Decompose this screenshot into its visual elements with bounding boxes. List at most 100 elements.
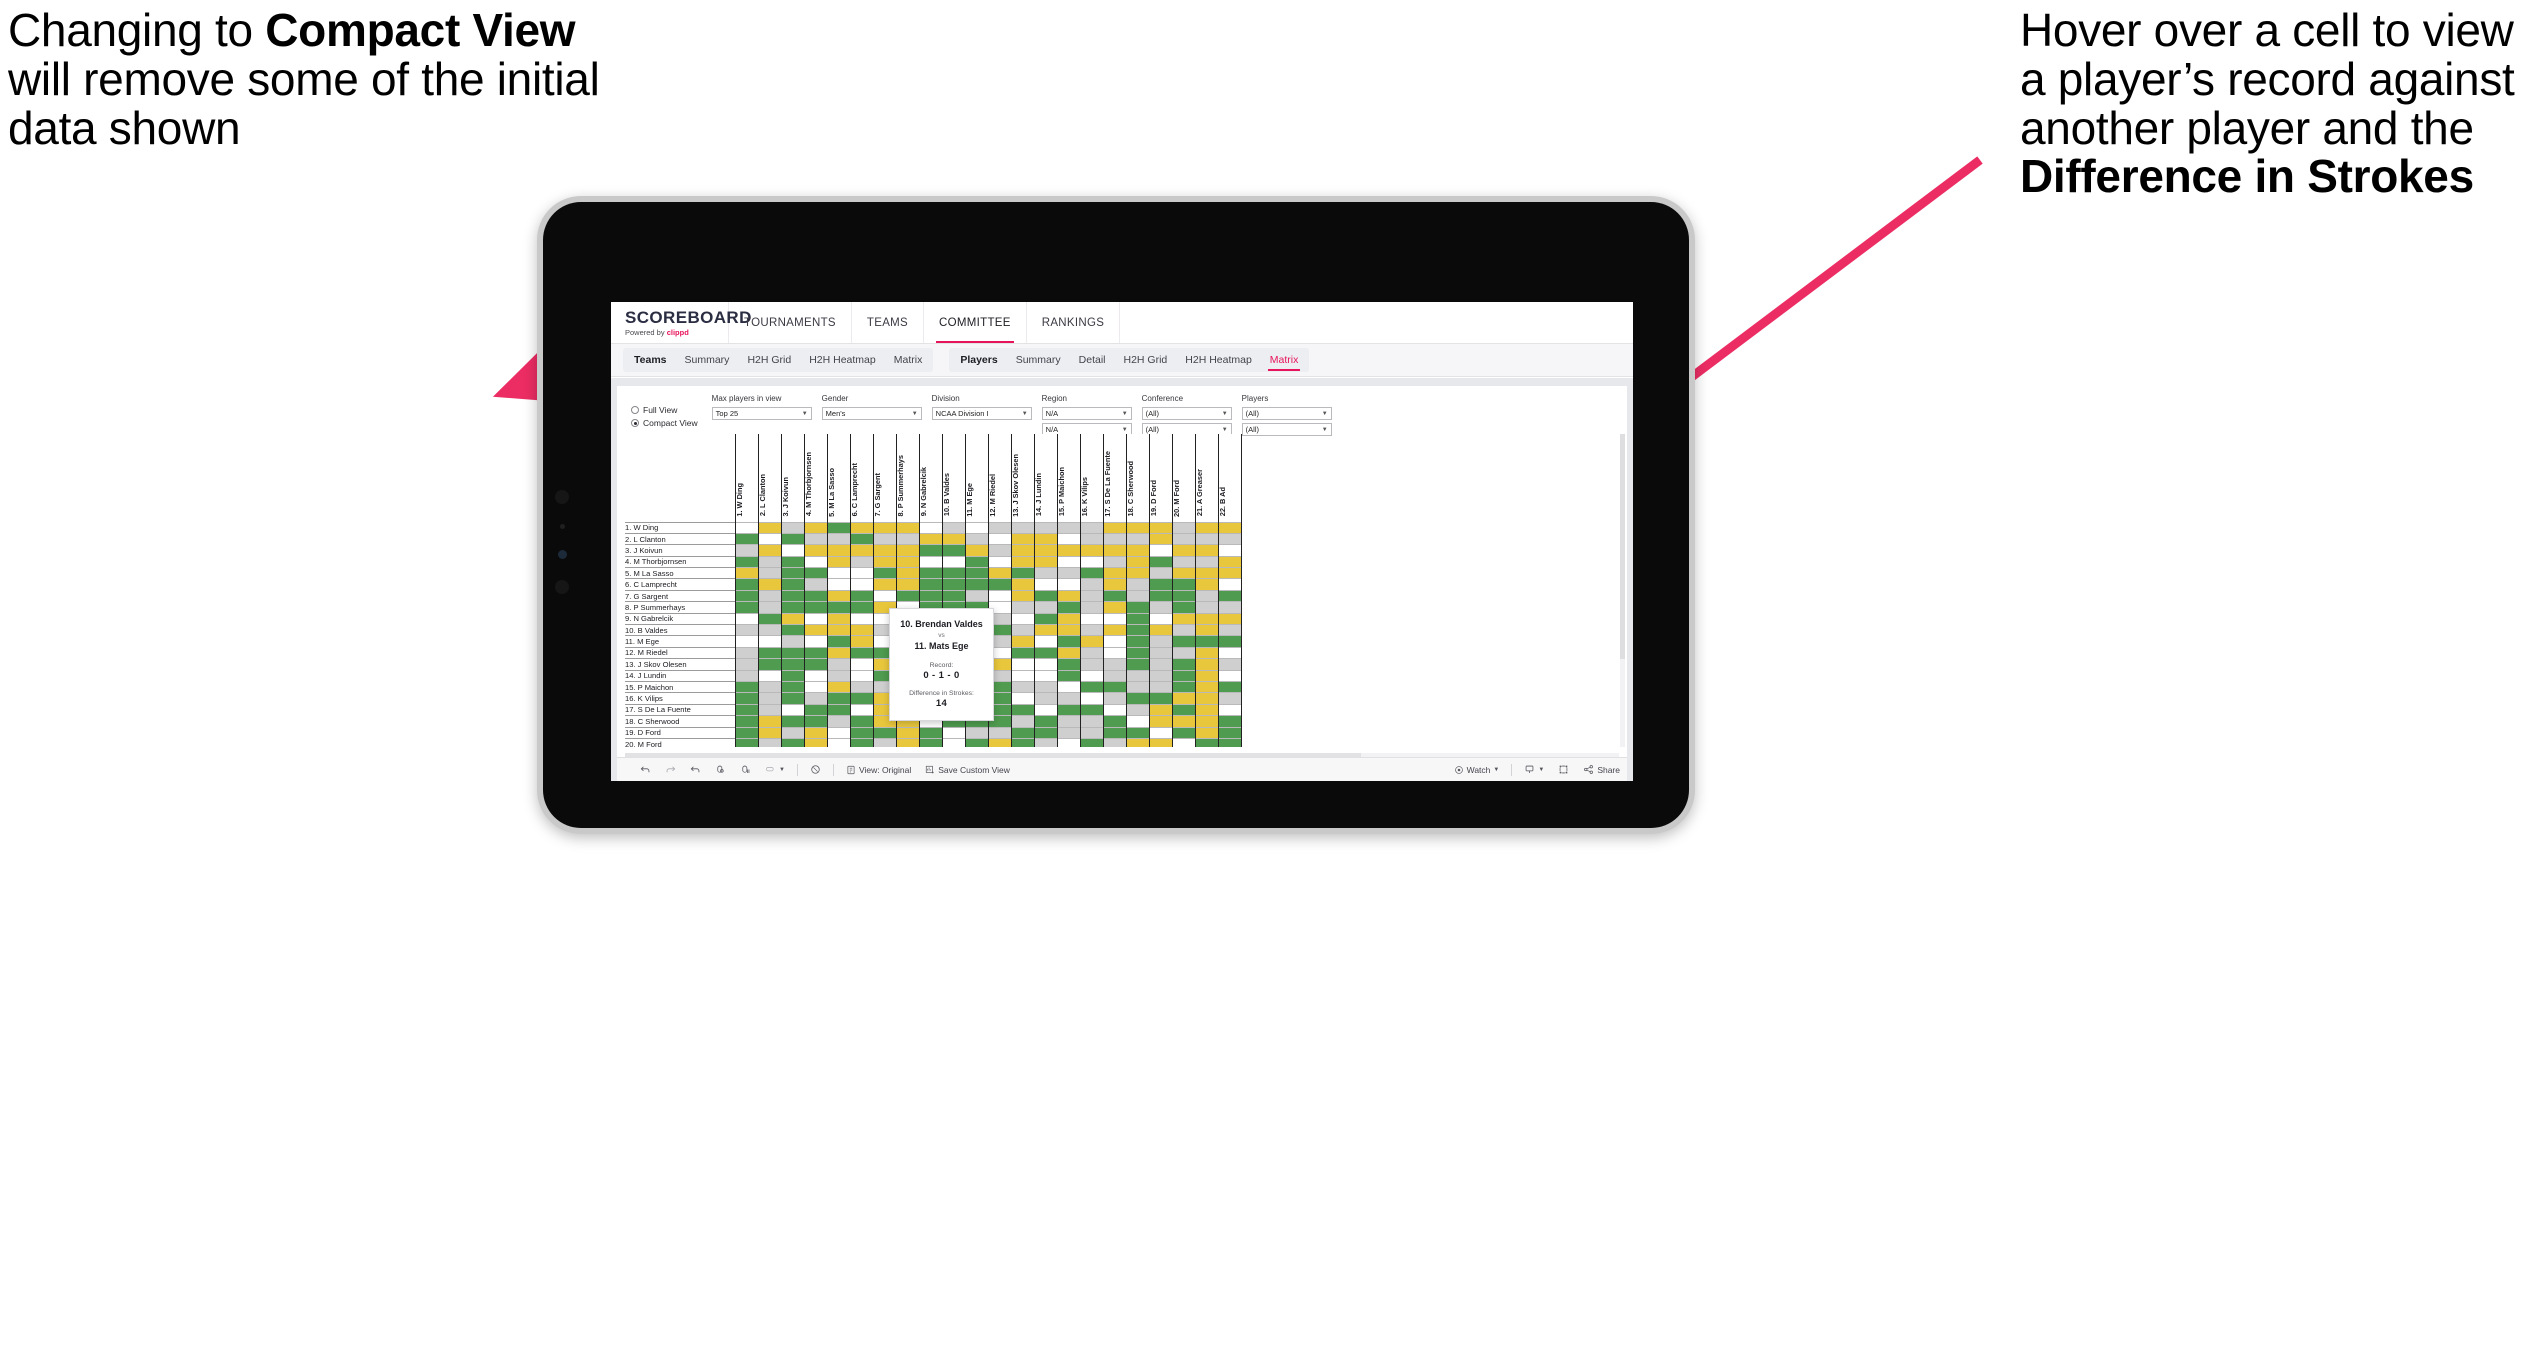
matrix-row-label[interactable]: 1. W Ding [625,521,735,534]
matrix-cell[interactable] [734,669,759,682]
matrix-cell[interactable] [1079,703,1104,716]
matrix-cell[interactable] [918,532,943,545]
matrix-row-label[interactable]: 18. C Sherwood [625,715,735,728]
matrix-column-header[interactable]: 22. B Ad [1217,434,1242,522]
matrix-cell[interactable] [803,532,828,545]
matrix-cell[interactable] [734,589,759,602]
matrix-cell[interactable] [1171,601,1196,614]
matrix-cell[interactable] [803,635,828,648]
matrix-cell[interactable] [780,669,805,682]
matrix-cell[interactable] [780,555,805,568]
matrix-cell[interactable] [895,737,920,747]
matrix-cell[interactable] [757,567,782,579]
matrix-cell[interactable] [849,692,874,705]
matrix-cell[interactable] [757,726,782,739]
matrix-cell[interactable] [1010,635,1035,648]
matrix-cell[interactable] [1102,635,1127,648]
matrix-cell[interactable] [780,567,805,579]
matrix-cell[interactable] [964,578,989,591]
matrix-cell[interactable] [987,532,1012,545]
matrix-cell[interactable] [757,692,782,705]
filter-gender-select[interactable]: Men's ▼ [821,407,922,420]
matrix-cell[interactable] [734,658,759,671]
matrix-cell[interactable] [1194,692,1219,705]
matrix-cell[interactable] [1194,646,1219,659]
filter-players-select-1[interactable]: (All) ▼ [1241,407,1332,420]
matrix-cell[interactable] [734,726,759,739]
matrix-cell[interactable] [1102,737,1127,747]
matrix-row-label[interactable]: 9. N Gabrelcik [625,612,735,625]
nav-item-committee[interactable]: COMMITTEE [924,302,1027,343]
matrix-cell[interactable] [1148,680,1173,693]
matrix-cell[interactable] [1148,658,1173,671]
matrix-cell[interactable] [895,555,920,568]
matrix-cell[interactable] [1033,623,1058,636]
matrix-cell[interactable] [987,737,1012,747]
matrix-column-header[interactable]: 18. C Sherwood [1125,434,1150,522]
matrix-cell[interactable] [1217,589,1242,602]
subnav-teams-h2h-grid[interactable]: H2H Grid [738,350,800,370]
matrix-cell[interactable] [1102,703,1127,716]
matrix-cell[interactable] [757,578,782,591]
matrix-cell[interactable] [849,635,874,648]
pause-button[interactable] [733,764,758,775]
matrix-cell[interactable] [1010,703,1035,716]
matrix-column-header[interactable]: 13. J Skov Olesen [1010,434,1035,522]
matrix-cell[interactable] [1102,555,1127,568]
matrix-cell[interactable] [1102,544,1127,557]
matrix-cell[interactable] [780,715,805,728]
matrix-cell[interactable] [1033,646,1058,659]
matrix-cell[interactable] [1010,601,1035,614]
matrix-cell[interactable] [1033,601,1058,614]
matrix-cell[interactable] [826,589,851,602]
matrix-cell[interactable] [987,578,1012,591]
matrix-cell[interactable] [1033,680,1058,693]
matrix-cell[interactable] [757,715,782,728]
matrix-cell[interactable] [1102,726,1127,739]
matrix-cell[interactable] [1125,669,1150,682]
matrix-cell[interactable] [849,544,874,557]
matrix-cell[interactable] [1217,635,1242,648]
matrix-cell[interactable] [849,532,874,545]
matrix-row-label[interactable]: 19. D Ford [625,726,735,739]
matrix-cell[interactable] [1033,658,1058,671]
matrix-cell[interactable] [1102,715,1127,728]
matrix-column-header[interactable]: 19. D Ford [1148,434,1173,522]
matrix-cell[interactable] [1079,532,1104,545]
matrix-cell[interactable] [849,680,874,693]
revert-button[interactable] [683,764,708,775]
matrix-cell[interactable] [1217,555,1242,568]
matrix-cell[interactable] [1148,726,1173,739]
matrix-cell[interactable] [1010,726,1035,739]
matrix-cell[interactable] [849,567,874,579]
matrix-cell[interactable] [1217,521,1242,534]
matrix-cell[interactable] [1079,737,1104,747]
matrix-cell[interactable] [757,703,782,716]
matrix-cell[interactable] [1102,669,1127,682]
matrix-cell[interactable] [1033,703,1058,716]
matrix-cell[interactable] [734,555,759,568]
matrix-cell[interactable] [1010,715,1035,728]
matrix-cell[interactable] [1148,623,1173,636]
filter-region-select-1[interactable]: N/A ▼ [1041,407,1132,420]
matrix-cell[interactable] [1125,726,1150,739]
matrix-column-header[interactable]: 11. M Ege [964,434,989,522]
matrix-cell[interactable] [1102,646,1127,659]
matrix-cell[interactable] [1125,589,1150,602]
matrix-cell[interactable] [757,623,782,636]
matrix-cell[interactable] [1217,646,1242,659]
matrix-cell[interactable] [1171,544,1196,557]
matrix-vertical-scrollbar[interactable] [1620,434,1625,747]
matrix-cell[interactable] [826,669,851,682]
matrix-column-header[interactable]: 8. P Summerhays [895,434,920,522]
matrix-cell[interactable] [1194,555,1219,568]
nav-item-tournaments[interactable]: TOURNAMENTS [729,302,852,343]
matrix-row-label[interactable]: 20. M Ford [625,737,735,747]
matrix-cell[interactable] [757,737,782,747]
matrix-cell[interactable] [1056,544,1081,557]
matrix-cell[interactable] [803,612,828,625]
matrix-cell[interactable] [734,544,759,557]
filter-conference-select-1[interactable]: (All) ▼ [1141,407,1232,420]
matrix-column-header[interactable]: 20. M Ford [1171,434,1196,522]
matrix-cell[interactable] [1148,737,1173,747]
